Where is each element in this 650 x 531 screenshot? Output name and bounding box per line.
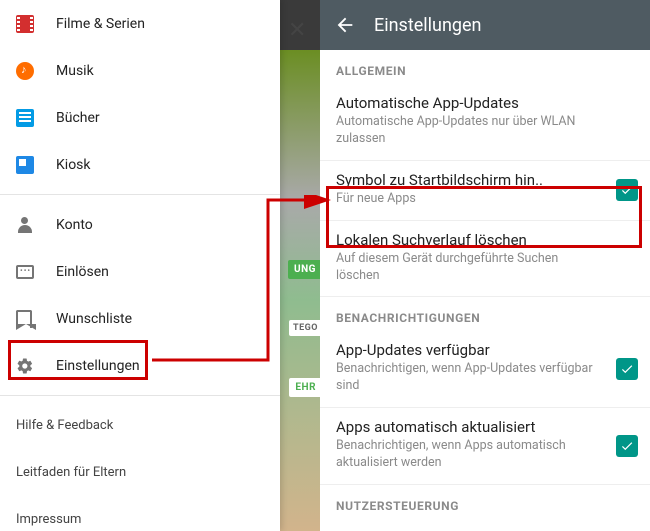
drawer-item-label: Bücher (56, 110, 100, 126)
section-header-user-control: NUTZERSTEUERUNG (320, 485, 650, 519)
arrow-back-icon (334, 14, 356, 36)
drawer-item-label: Wunschliste (56, 311, 132, 327)
drawer-item-label: Filme & Serien (56, 16, 145, 32)
drawer-item-redeem[interactable]: Einlösen (0, 248, 280, 295)
drawer-item-label: Musik (56, 63, 94, 79)
setting-add-homescreen-icon[interactable]: Symbol zu Startbildschirm hin.. Für neue… (320, 161, 650, 221)
redeem-icon (16, 265, 56, 279)
drawer-item-label: Einstellungen (56, 358, 140, 374)
book-icon (16, 109, 56, 127)
badge-ehr: EHR (289, 378, 320, 397)
settings-scroll[interactable]: ALLGEMEIN Automatische App-Updates Autom… (320, 50, 650, 531)
drawer-item-music[interactable]: Musik (0, 47, 280, 94)
setting-title: Automatische App-Updates (336, 94, 598, 112)
drawer-item-label: Konto (56, 217, 93, 233)
setting-clear-local-search[interactable]: Lokalen Suchverlauf löschen Auf diesem G… (320, 221, 650, 298)
check-icon (620, 439, 634, 453)
background-store-strip: ✕ UNG TEGO EHR (280, 0, 320, 531)
drawer-item-settings[interactable]: Einstellungen (0, 342, 280, 389)
app-bar: Einstellungen (320, 0, 650, 50)
setting-auto-updates[interactable]: Automatische App-Updates Automatische Ap… (320, 84, 650, 161)
setting-updates-available[interactable]: App-Updates verfügbar Benachrichtigen, w… (320, 331, 650, 408)
setting-subtitle: Für neue Apps (336, 191, 598, 208)
close-icon[interactable]: ✕ (288, 18, 306, 43)
checkbox-checked[interactable] (616, 179, 638, 201)
divider (0, 194, 280, 195)
badge-teg: TEGO (289, 320, 320, 336)
setting-subtitle: Benachrichtigen, wenn App-Updates verfüg… (336, 361, 598, 395)
section-header-general: ALLGEMEIN (320, 50, 650, 84)
drawer-item-parent-guide[interactable]: Leitfaden für Eltern (0, 449, 280, 496)
setting-title: Symbol zu Startbildschirm hin.. (336, 171, 598, 189)
drawer-item-books[interactable]: Bücher (0, 94, 280, 141)
drawer-item-label: Einlösen (56, 264, 109, 280)
settings-panel: Einstellungen ALLGEMEIN Automatische App… (320, 0, 650, 531)
wishlist-icon (16, 310, 56, 328)
divider (0, 395, 280, 396)
setting-subtitle: Automatische App-Updates nur über WLAN z… (336, 114, 598, 148)
app-bar-title: Einstellungen (374, 15, 481, 36)
drawer-item-help[interactable]: Hilfe & Feedback (0, 402, 280, 449)
badge-ung: UNG (288, 260, 320, 279)
music-icon (16, 62, 56, 80)
setting-title: Lokalen Suchverlauf löschen (336, 231, 598, 249)
navigation-drawer: Filme & Serien Musik Bücher Kiosk Konto (0, 0, 280, 531)
drawer-item-movies[interactable]: Filme & Serien (0, 0, 280, 47)
kiosk-icon (16, 156, 56, 174)
section-header-notifications: BENACHRICHTIGUNGEN (320, 297, 650, 331)
checkbox-checked[interactable] (616, 358, 638, 380)
gear-icon (16, 357, 56, 375)
drawer-item-account[interactable]: Konto (0, 201, 280, 248)
setting-title: App-Updates verfügbar (336, 341, 598, 359)
person-icon (16, 216, 56, 234)
drawer-item-imprint[interactable]: Impressum (0, 496, 280, 531)
check-icon (620, 362, 634, 376)
back-button[interactable] (334, 14, 356, 36)
checkbox-checked[interactable] (616, 435, 638, 457)
drawer-item-kiosk[interactable]: Kiosk (0, 141, 280, 188)
drawer-item-wishlist[interactable]: Wunschliste (0, 295, 280, 342)
check-icon (620, 183, 634, 197)
setting-title: Apps automatisch aktualisiert (336, 418, 598, 436)
setting-subtitle: Auf diesem Gerät durchgeführte Suchen lö… (336, 251, 598, 285)
setting-gmail-travel-plans[interactable]: Gmail-Reisepläne nutzen Empfehlungen dur… (320, 519, 650, 531)
setting-apps-auto-updated[interactable]: Apps automatisch aktualisiert Benachrich… (320, 408, 650, 485)
drawer-item-label: Kiosk (56, 157, 91, 173)
setting-subtitle: Benachrichtigen, wenn Apps automatisch a… (336, 438, 598, 472)
film-icon (16, 15, 56, 33)
